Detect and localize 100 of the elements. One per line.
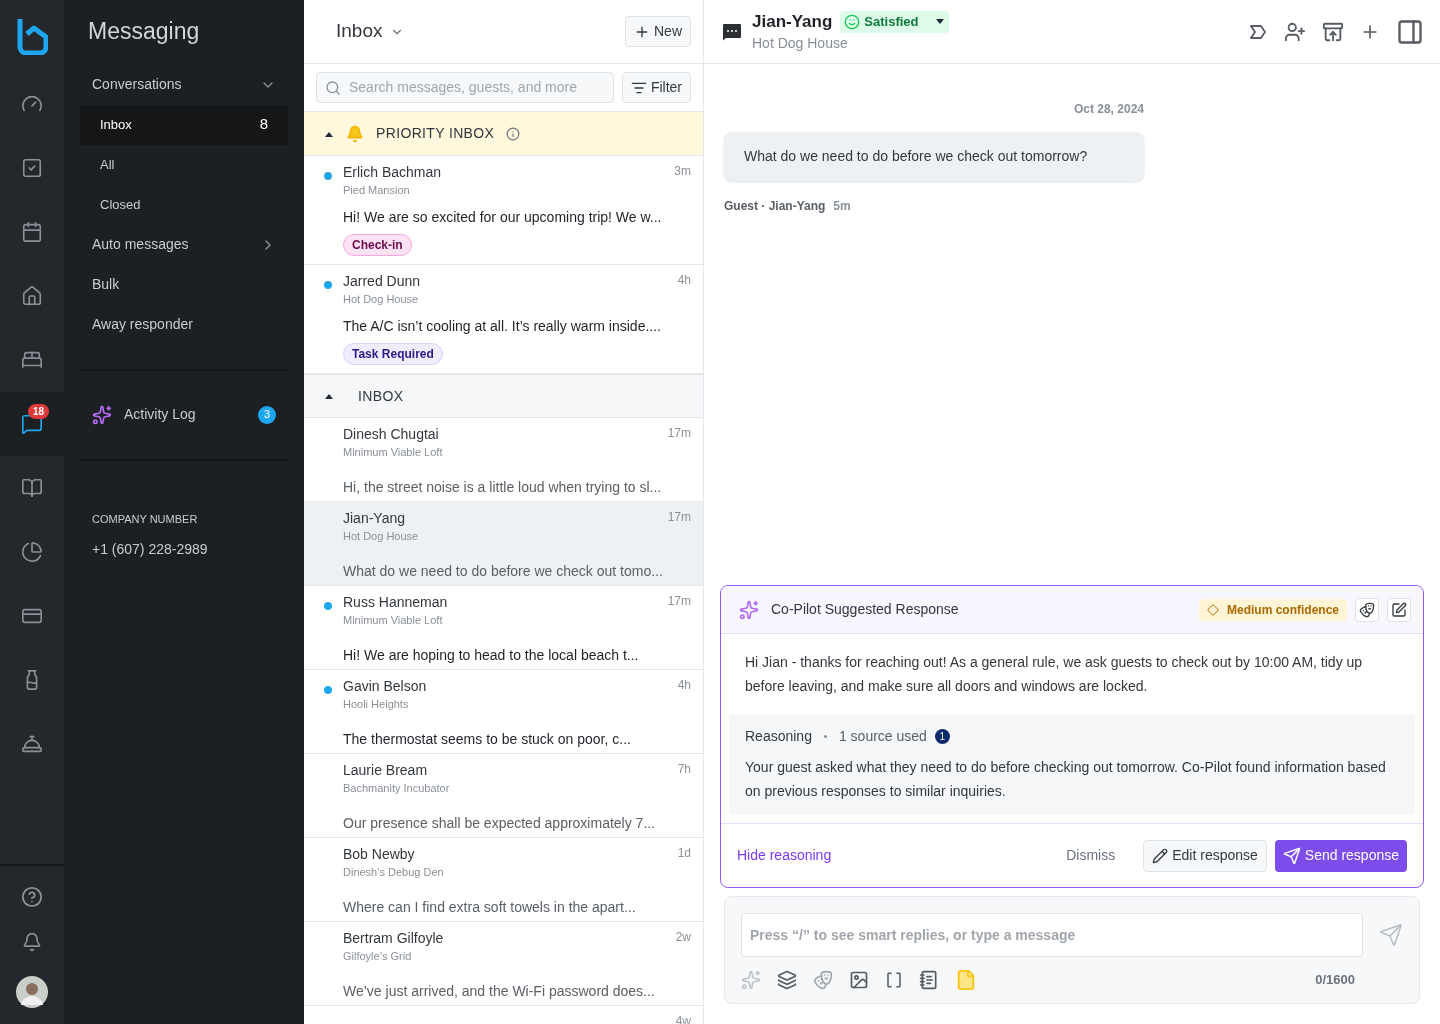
count-badge: 18 (28, 404, 50, 419)
property-name: Hot Dog House (343, 292, 420, 307)
inbox-dropdown[interactable]: Inbox (336, 17, 405, 46)
info-icon (506, 126, 521, 141)
status-dropdown[interactable]: Satisfied (840, 11, 949, 33)
bell-icon (346, 124, 364, 143)
sidebar-subitem[interactable]: All (80, 144, 288, 185)
brackets-icon[interactable] (885, 971, 903, 989)
search-field[interactable]: Search messages, guests, and more (316, 72, 614, 103)
guest-name: Russ Hanneman (343, 593, 448, 612)
pencil-icon (1152, 847, 1169, 864)
message-preview: Hi, the street noise is a little loud when trying to sl... (343, 477, 663, 497)
time-ago: 4h (677, 272, 691, 289)
sidebar-subitem[interactable]: Closed (80, 184, 288, 225)
mask-button[interactable] (1355, 597, 1379, 622)
hide-reasoning-link[interactable]: Hide reasoning (737, 845, 832, 866)
conversation-row[interactable]: Jian-Yang 17m Hot Dog House What do we need to do before we check out tomo... (304, 502, 703, 586)
send-response-button[interactable]: Send response (1274, 839, 1407, 872)
sidebar-subitem[interactable]: Inbox 8 (80, 104, 288, 145)
avatar[interactable] (16, 976, 48, 1008)
caret-up-icon[interactable] (324, 130, 334, 137)
message-bubble: What do we need to do before we check out tomorrow? (724, 132, 1144, 181)
sources-label: 1 source used (838, 727, 927, 746)
time-ago: 7h (677, 761, 691, 778)
property-name: Hot Dog House (752, 33, 849, 53)
section-title: PRIORITY INBOX (376, 124, 495, 143)
message-preview: Hi! We are so excited for our upcoming trip! We w... (343, 207, 663, 227)
section-title: INBOX (358, 386, 404, 406)
search-icon (325, 79, 341, 96)
checkbox-icon (21, 157, 43, 179)
section-header[interactable]: INBOX (304, 374, 703, 418)
suggested-response: Hi Jian - thanks for reaching out! As a general rule, we ask guests to check out by 10:00 AM, tidy up before leaving, and make sure all doors and windows are locked. (744, 653, 1364, 696)
archive-icon[interactable] (1322, 20, 1344, 43)
guest-name: Erlich Bachman (343, 163, 442, 182)
guest-name: Dinesh Chugtai (343, 425, 439, 444)
guest-name: Jian-Yang (343, 509, 405, 528)
filter-button[interactable]: Filter (621, 72, 691, 103)
confidence-badge: Medium confidence (1199, 598, 1347, 621)
service-bell-icon (21, 733, 43, 755)
calendar-icon (21, 221, 43, 243)
sidebar-item[interactable]: Away responder (80, 304, 288, 345)
guest-name: Gavin Belson (343, 677, 427, 696)
sidebar-title: Messaging (87, 17, 201, 46)
property-name: Minimum Viable Loft (343, 613, 444, 628)
sidebar-item[interactable]: Auto messages (80, 224, 288, 265)
sidebar-item[interactable]: Bulk (80, 264, 288, 305)
sparkle-icon (739, 599, 759, 620)
property-name: Hooli Heights (343, 697, 410, 712)
guest-name: Bob Newby (343, 845, 415, 864)
nav-item[interactable]: 18 (0, 392, 64, 456)
add-user-icon[interactable] (1284, 20, 1306, 43)
edit-response-button[interactable]: Edit response (1143, 839, 1267, 872)
time-ago: 17m (667, 425, 691, 442)
time-ago: 3m (674, 163, 691, 180)
time-ago: 2w (675, 929, 691, 946)
guest-name: Jarred Dunn (343, 272, 421, 291)
guest-name: Laurie Bream (343, 761, 428, 780)
chat-icon (21, 413, 43, 435)
logo-icon[interactable] (16, 17, 48, 55)
edit-note-button[interactable] (1387, 597, 1411, 622)
character-counter: 0/1600 (1315, 971, 1355, 990)
new-button[interactable]: New (625, 16, 691, 47)
message-field[interactable]: Press “/” to see smart replies, or type a message (741, 913, 1363, 957)
notebook-icon[interactable] (919, 970, 939, 990)
help-icon[interactable] (21, 886, 43, 908)
time-ago: 4h (677, 677, 691, 694)
section-header[interactable]: PRIORITY INBOX (304, 112, 703, 156)
time-ago: 1d (677, 845, 691, 862)
card-title: Co-Pilot Suggested Response (771, 600, 959, 619)
layers-icon[interactable] (777, 970, 797, 990)
bed-icon (21, 349, 43, 371)
date-label: Oct 28, 2024 (1073, 102, 1144, 116)
side-panel-icon[interactable] (1396, 17, 1424, 46)
caret-up-icon[interactable] (324, 393, 334, 399)
sidebar-item[interactable]: Conversations (80, 64, 288, 105)
book-icon (21, 477, 43, 499)
company-number: +1 (607) 228-2989 (92, 540, 209, 559)
source-count[interactable]: 1 (934, 729, 950, 744)
reasoning-label: Reasoning (745, 727, 812, 746)
sparkle-icon (92, 404, 112, 425)
dismiss-button[interactable]: Dismiss (1046, 839, 1136, 872)
time-ago: 17m (667, 593, 691, 610)
message-time: 5m (833, 198, 851, 215)
image-icon[interactable] (849, 970, 869, 990)
guest-name: Jian-Yang (752, 11, 833, 34)
notifications-icon[interactable] (22, 932, 42, 952)
reasoning-text: Your guest asked what they need to do before checking out tomorrow. Co-Pilot found information based on previous responses to similar inquiries. (745, 758, 1387, 801)
message-preview: Our presence shall be expected approximately 7... (343, 813, 657, 833)
house-icon (21, 285, 43, 307)
message-preview: We’ve just arrived, and the Wi-Fi password does... (343, 981, 656, 1001)
tag-pill: Task Required (343, 342, 443, 365)
message-preview: What do we need to do before we check out tomo... (343, 561, 664, 581)
sender-label: Guest · Jian-Yang (724, 198, 826, 215)
property-name: Dinesh’s Debug Den (343, 865, 445, 880)
count-badge: 3 (258, 405, 276, 424)
activity-log-link[interactable]: Activity Log (124, 404, 196, 425)
guest-name: Bertram Gilfoyle (343, 929, 444, 948)
message-preview: The A/C isn’t cooling at all. It’s really warm inside.... (343, 316, 662, 336)
pie-chart-icon (21, 541, 43, 563)
caret-down-icon[interactable] (934, 19, 945, 25)
